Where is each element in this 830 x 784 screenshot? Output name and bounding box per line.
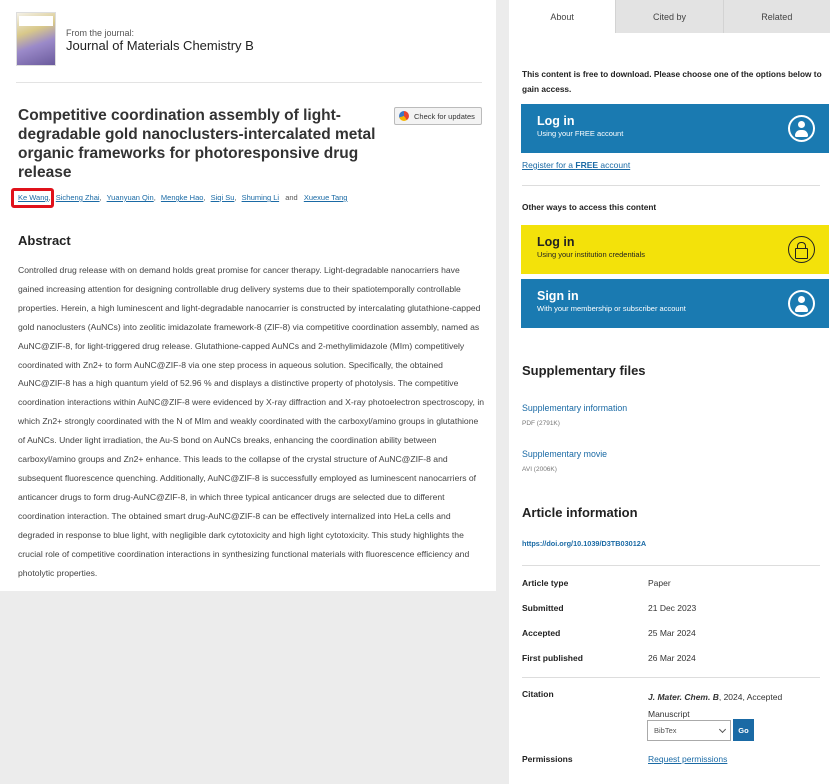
accepted-value: 25 Mar 2024	[648, 628, 696, 638]
login-institution-title: Log in	[537, 235, 575, 249]
login-subtitle: Using your FREE account	[537, 129, 624, 138]
first-published-label: First published	[522, 653, 583, 663]
register-prefix: Register for a	[522, 160, 576, 170]
free-download-note: This content is free to download. Please…	[522, 69, 822, 94]
author-link[interactable]: Mengke Hao	[161, 193, 204, 202]
citation-format-value: BibTex	[654, 726, 677, 735]
author-link[interactable]: Siqi Su	[211, 193, 235, 202]
citation-format-select[interactable]: BibTex	[647, 720, 731, 741]
register-suffix: account	[598, 160, 631, 170]
tab-about[interactable]: About	[509, 0, 616, 33]
lock-icon	[788, 236, 815, 263]
first-published-value: 26 Mar 2024	[648, 653, 696, 663]
sign-in-title: Sign in	[537, 289, 579, 303]
supplementary-information-link[interactable]: Supplementary information	[522, 403, 627, 413]
user-icon	[788, 290, 815, 317]
tab-related[interactable]: Related	[722, 0, 830, 33]
submitted-label: Submitted	[522, 603, 564, 613]
check-for-updates-button[interactable]: Check for updates	[394, 107, 482, 125]
login-title: Log in	[537, 114, 575, 128]
request-permissions-link[interactable]: Request permissions	[648, 754, 727, 764]
register-bold: FREE	[575, 160, 599, 170]
login-free-account-button[interactable]: Log in Using your FREE account	[521, 104, 829, 153]
register-free-account-link[interactable]: Register for a FREE account	[522, 160, 630, 170]
sign-in-subtitle: With your membership or subscriber accou…	[537, 304, 686, 313]
abstract-text: Controlled drug release with on demand h…	[18, 265, 485, 578]
file-meta: PDF (2791K)	[522, 420, 560, 427]
supplementary-files-heading: Supplementary files	[522, 363, 646, 378]
author-link[interactable]: Shuming Li	[242, 193, 280, 202]
check-updates-label: Check for updates	[414, 111, 475, 121]
crossmark-icon	[399, 111, 409, 121]
accepted-label: Accepted	[522, 628, 561, 638]
sidebar-panel: About Cited by Related This content is f…	[509, 0, 830, 784]
chevron-down-icon	[718, 725, 727, 734]
citation-label: Citation	[522, 689, 554, 699]
author-link[interactable]: Xuexue Tang	[304, 193, 348, 202]
journal-name[interactable]: Journal of Materials Chemistry B	[66, 38, 254, 53]
article-information-heading: Article information	[522, 505, 638, 520]
citation-journal: J. Mater. Chem. B	[648, 692, 719, 702]
supplementary-movie-link[interactable]: Supplementary movie	[522, 449, 607, 459]
article-type-label: Article type	[522, 578, 569, 588]
doi-link[interactable]: https://doi.org/10.1039/D3TB03012A	[522, 539, 646, 548]
article-title: Competitive coordination assembly of lig…	[18, 107, 376, 181]
divider	[522, 565, 820, 566]
journal-cover-image[interactable]	[16, 12, 56, 66]
tab-cited-by[interactable]: Cited by	[615, 0, 723, 33]
author-highlight-box	[11, 188, 54, 208]
author-link[interactable]: Yuanyuan Qin	[107, 193, 154, 202]
citation-value: J. Mater. Chem. B, 2024, Accepted Manusc…	[648, 689, 818, 723]
cover-header	[19, 16, 53, 26]
go-button[interactable]: Go	[733, 719, 754, 741]
abstract-heading: Abstract	[18, 233, 71, 248]
submitted-value: 21 Dec 2023	[648, 603, 697, 613]
divider	[522, 185, 820, 186]
permissions-label: Permissions	[522, 754, 573, 764]
article-type-value: Paper	[648, 578, 671, 588]
login-institution-button[interactable]: Log in Using your institution credential…	[521, 225, 829, 274]
divider	[522, 677, 820, 678]
author-list: Ke Wang, Sicheng Zhai, Yuanyuan Qin, Men…	[18, 193, 348, 202]
article-panel: From the journal: Journal of Materials C…	[0, 0, 496, 591]
login-institution-subtitle: Using your institution credentials	[537, 250, 645, 259]
sidebar-tabs: About Cited by Related	[509, 0, 830, 33]
user-icon	[788, 115, 815, 142]
from-journal-label: From the journal:	[66, 28, 135, 38]
file-meta: AVI (2006K)	[522, 466, 557, 473]
author-link[interactable]: Sicheng Zhai	[56, 193, 100, 202]
sign-in-button[interactable]: Sign in With your membership or subscrib…	[521, 279, 829, 328]
divider	[16, 82, 482, 83]
other-ways-heading: Other ways to access this content	[522, 202, 657, 212]
and-label: and	[285, 193, 298, 202]
